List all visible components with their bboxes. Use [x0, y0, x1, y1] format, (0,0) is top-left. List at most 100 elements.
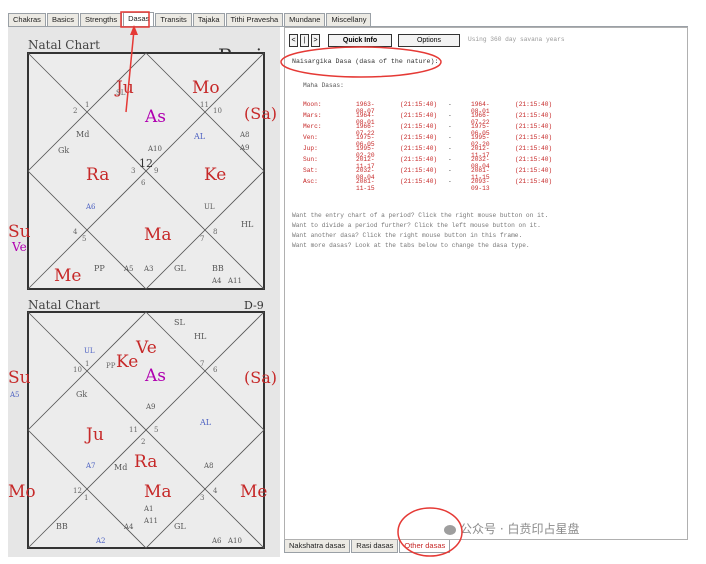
tab-strengths[interactable]: Strengths	[80, 13, 123, 26]
rasi-al: AL	[193, 132, 206, 141]
dasa-pane[interactable]: < | > Quick Info Options Using 360 day s…	[284, 27, 688, 540]
tab-miscellany[interactable]: Miscellany	[326, 13, 372, 26]
dasa-planet: Asc:	[303, 178, 318, 185]
d9-a4: A4	[123, 523, 134, 531]
d9-num-1b: 1	[84, 494, 88, 502]
d9-planet-ve: Ve	[135, 338, 157, 358]
rasi-a10: A10	[147, 145, 162, 153]
tab-mundane[interactable]: Mundane	[284, 13, 326, 26]
tab-rasi-dasas[interactable]: Rasi dasas	[351, 540, 399, 553]
dasa-planet: Mars:	[303, 112, 322, 119]
chart-pane: Natal Chart Rasi Ju As Mo SL Md Gk Ra Su…	[8, 27, 280, 557]
d9-bb: BB	[56, 522, 68, 531]
rasi-num-4: 4	[73, 228, 78, 236]
d9-num-11: 11	[129, 426, 138, 434]
dasa-end-time: (21:15:40)	[515, 112, 553, 119]
tab-nakshatra-dasas[interactable]: Nakshatra dasas	[284, 540, 351, 553]
d9-num-1: 1	[85, 360, 89, 368]
d9-md: Md	[114, 463, 127, 472]
rasi-pp: PP	[94, 264, 105, 273]
d9-a11: A11	[143, 517, 158, 525]
d9-sl: SL	[174, 318, 185, 327]
d9-num-4: 4	[213, 487, 218, 495]
dasa-dash: -	[448, 167, 452, 174]
dasa-start-time: (21:15:40)	[400, 145, 438, 152]
d9-num-3: 3	[200, 494, 204, 502]
rasi-planet-ke: Ke	[204, 165, 226, 185]
rasi-num-9: 9	[154, 167, 158, 175]
bottom-tab-bar: Nakshatra dasas Rasi dasas Other dasas	[284, 540, 451, 554]
rasi-num-5: 5	[82, 235, 86, 243]
dasa-start: 2081-11-15	[356, 178, 375, 192]
d9-num-10: 10	[73, 366, 82, 374]
d9-planet-ra: Ra	[134, 452, 157, 472]
help-line: Want the entry chart of a period? Click …	[292, 212, 549, 219]
dasa-end-time: (21:15:40)	[515, 123, 553, 130]
d9-hl: HL	[194, 332, 207, 341]
d9-planet-as: As	[144, 366, 166, 386]
d9-chart[interactable]: Natal Chart D-9 Ke Ve As PP UL Su A5 Gk …	[8, 298, 277, 549]
rasi-chart[interactable]: Natal Chart Rasi Ju As Mo SL Md Gk Ra Su…	[8, 38, 277, 290]
d9-num-2: 2	[141, 438, 145, 446]
next-button[interactable]: >	[311, 34, 320, 47]
d9-planet-me: Me	[240, 482, 267, 502]
rasi-gk: Gk	[58, 146, 69, 155]
rasi-num-1: 1	[85, 101, 89, 109]
d9-a5: A5	[9, 391, 20, 399]
middle-button[interactable]: |	[300, 34, 309, 47]
rasi-md: Md	[76, 130, 89, 139]
rasi-ul: UL	[204, 203, 215, 211]
d9-gk: Gk	[76, 390, 87, 399]
rasi-num-12: 12	[139, 157, 153, 170]
rasi-a5: A5	[123, 265, 134, 273]
rasi-planet-su: Su	[8, 222, 31, 242]
help-line: Want more dasas? Look at the tabs below …	[292, 242, 530, 249]
dasa-start-time: (21:15:40)	[400, 167, 438, 174]
tab-transits[interactable]: Transits	[155, 13, 192, 26]
help-line: Want to divide a period further? Click t…	[292, 222, 541, 229]
rasi-a4: A4	[211, 277, 222, 285]
d9-a1: A1	[143, 505, 154, 513]
tab-other-dasas[interactable]: Other dasas	[399, 540, 451, 553]
tab-chakras[interactable]: Chakras	[8, 13, 46, 26]
quick-info-button[interactable]: Quick Info	[328, 34, 392, 47]
options-button[interactable]: Options	[398, 34, 460, 47]
d9-num-6: 6	[213, 366, 218, 374]
watermark-text: 公众号 · 白贲印占星盘	[460, 522, 580, 536]
dasa-dash: -	[448, 145, 452, 152]
rasi-planet-mo: Mo	[192, 78, 220, 98]
rasi-num-10: 10	[213, 107, 222, 115]
tab-dasas[interactable]: Dasas	[123, 12, 155, 26]
rasi-num-11: 11	[200, 101, 209, 109]
rasi-a9: A9	[239, 144, 250, 152]
dasa-end-time: (21:15:40)	[515, 178, 553, 185]
dasa-planet: Jup:	[303, 145, 318, 152]
rasi-chart-title: Natal Chart	[28, 38, 100, 52]
dasa-start-time: (21:15:40)	[400, 178, 438, 185]
d9-planet-su: Su	[8, 368, 31, 388]
d9-a10: A10	[227, 537, 242, 545]
dasa-header: Naisargika Dasa (dasa of the nature):	[292, 58, 439, 65]
d9-planet-ju: Ju	[84, 425, 104, 445]
prev-button[interactable]: <	[289, 34, 298, 47]
dasa-planet: Ven:	[303, 134, 318, 141]
dasa-dash: -	[448, 156, 452, 163]
dasa-dash: -	[448, 134, 452, 141]
tab-basics[interactable]: Basics	[46, 13, 80, 26]
d9-a2: A2	[95, 537, 106, 545]
d9-num-12: 12	[73, 487, 82, 495]
rasi-a11: A11	[227, 277, 242, 285]
dasa-start-time: (21:15:40)	[400, 156, 438, 163]
tab-tithi-pravesha[interactable]: Tithi Pravesha	[225, 13, 284, 26]
dasa-dash: -	[448, 178, 452, 185]
help-text: Want the entry chart of a period? Click …	[292, 212, 548, 252]
rasi-num-8: 8	[213, 228, 217, 236]
d9-al: AL	[199, 418, 212, 427]
dasa-planet: Merc:	[303, 123, 322, 130]
rasi-sl: SL	[116, 89, 126, 97]
d9-a9: A9	[145, 403, 156, 411]
dasa-end-time: (21:15:40)	[515, 101, 553, 108]
rasi-gl: GL	[174, 264, 186, 273]
d9-num-7: 7	[200, 360, 204, 368]
tab-tajaka[interactable]: Tajaka	[192, 13, 225, 26]
